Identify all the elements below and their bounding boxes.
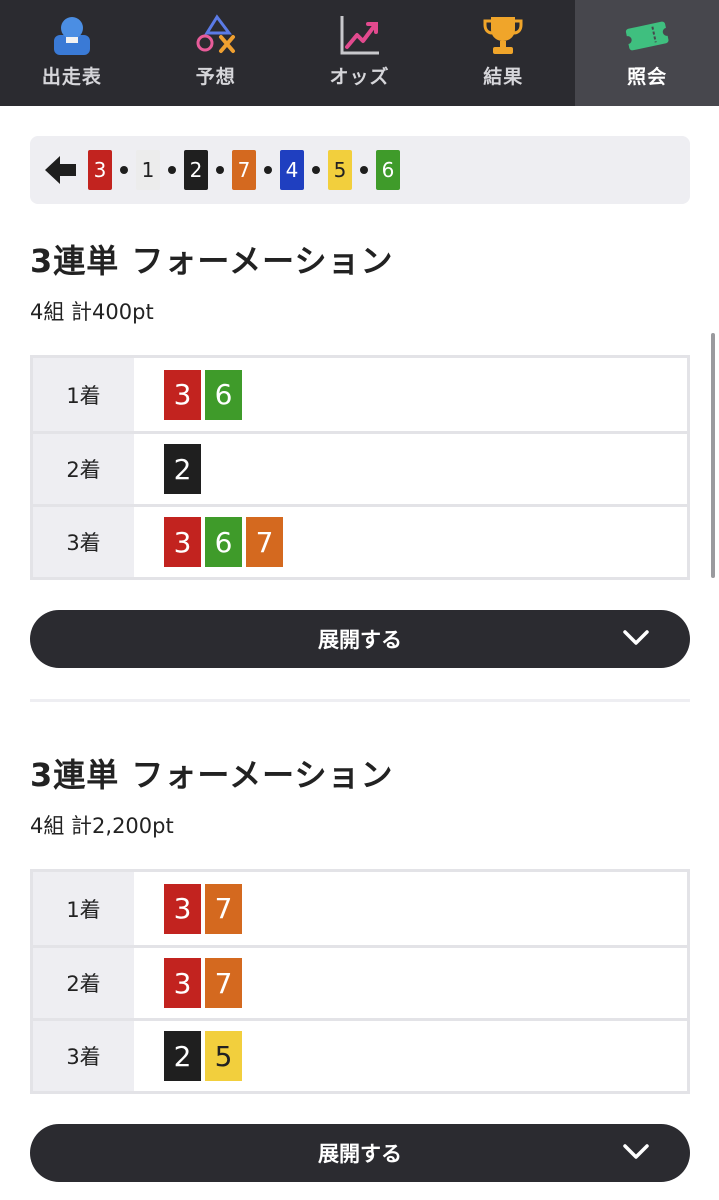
bet-section: 3連単 フォーメーション 4組 計400pt 1着 3 6 2着 2 3着 3 … bbox=[30, 236, 690, 668]
nav-label: 予想 bbox=[195, 66, 236, 88]
table-row: 2着 3 7 bbox=[33, 945, 687, 1018]
number-box: 6 bbox=[205, 369, 242, 420]
expand-label: 展開する bbox=[318, 628, 402, 652]
nav-tab-prediction[interactable]: 予想 bbox=[144, 0, 288, 106]
section-title: 3連単 フォーメーション bbox=[30, 242, 394, 280]
back-arrow-icon[interactable] bbox=[44, 153, 78, 187]
prediction-icon bbox=[192, 12, 240, 58]
chart-icon bbox=[335, 12, 383, 58]
table-row: 1着 3 7 bbox=[33, 872, 687, 945]
number-box: 2 bbox=[164, 1031, 201, 1081]
nav-tab-inquiry[interactable]: 照会 bbox=[575, 0, 719, 106]
table-row: 1着 3 6 bbox=[33, 358, 687, 431]
table-row: 2着 2 bbox=[33, 431, 687, 504]
formation-table: 1着 3 7 2着 3 7 3着 2 5 bbox=[30, 869, 690, 1094]
row-numbers: 3 6 7 bbox=[134, 507, 687, 577]
order-number-chip: 3 bbox=[88, 150, 112, 190]
nav-label: 結果 bbox=[483, 66, 524, 88]
order-number-chip: 5 bbox=[328, 150, 352, 190]
nav-label: 出走表 bbox=[41, 66, 102, 88]
row-label: 1着 bbox=[33, 872, 134, 945]
nav-tab-results[interactable]: 結果 bbox=[431, 0, 575, 106]
number-box: 7 bbox=[205, 958, 242, 1008]
number-box: 7 bbox=[205, 883, 242, 934]
separator-dot bbox=[312, 166, 320, 174]
row-numbers: 2 5 bbox=[134, 1021, 687, 1091]
trophy-icon bbox=[479, 12, 527, 58]
order-bar: 3 1 2 7 4 5 6 bbox=[30, 136, 690, 204]
bet-section: 3連単 フォーメーション 4組 計2,200pt 1着 3 7 2着 3 7 3… bbox=[30, 750, 690, 1182]
chevron-down-icon bbox=[623, 1144, 649, 1159]
top-nav: 出走表 予想 オッズ 結果 照会 bbox=[0, 0, 719, 106]
section-title: 3連単 フォーメーション bbox=[30, 756, 394, 794]
separator-dot bbox=[216, 166, 224, 174]
number-box: 3 bbox=[164, 958, 201, 1008]
row-numbers: 3 7 bbox=[134, 872, 687, 945]
separator-dot bbox=[168, 166, 176, 174]
chevron-down-icon bbox=[623, 630, 649, 645]
scrollbar[interactable] bbox=[711, 333, 715, 578]
row-label: 2着 bbox=[33, 434, 134, 504]
expand-label: 展開する bbox=[318, 1142, 402, 1166]
section-subtitle: 4組 計2,200pt bbox=[30, 814, 174, 838]
number-box: 5 bbox=[205, 1031, 242, 1081]
number-box: 3 bbox=[164, 369, 201, 420]
number-box: 3 bbox=[164, 517, 201, 567]
number-box: 6 bbox=[205, 517, 242, 567]
row-label: 2着 bbox=[33, 948, 134, 1018]
nav-tab-odds[interactable]: オッズ bbox=[288, 0, 432, 106]
order-number-chip: 7 bbox=[232, 150, 256, 190]
separator-dot bbox=[264, 166, 272, 174]
row-label: 1着 bbox=[33, 358, 134, 431]
ticket-icon bbox=[623, 12, 671, 58]
expand-button[interactable]: 展開する bbox=[30, 610, 690, 668]
nav-label: オッズ bbox=[329, 66, 390, 88]
formation-table: 1着 3 6 2着 2 3着 3 6 7 bbox=[30, 355, 690, 580]
person-icon bbox=[48, 12, 96, 58]
row-numbers: 3 6 bbox=[134, 358, 687, 431]
table-row: 3着 2 5 bbox=[33, 1018, 687, 1091]
section-subtitle: 4組 計400pt bbox=[30, 300, 154, 324]
order-number-chip: 2 bbox=[184, 150, 208, 190]
table-row: 3着 3 6 7 bbox=[33, 504, 687, 577]
row-label: 3着 bbox=[33, 507, 134, 577]
expand-button[interactable]: 展開する bbox=[30, 1124, 690, 1182]
separator-dot bbox=[360, 166, 368, 174]
row-numbers: 2 bbox=[134, 434, 687, 504]
order-number-chip: 1 bbox=[136, 150, 160, 190]
number-box: 3 bbox=[164, 883, 201, 934]
order-number-chip: 4 bbox=[280, 150, 304, 190]
order-number-chip: 6 bbox=[376, 150, 400, 190]
number-box: 7 bbox=[246, 517, 283, 567]
separator-dot bbox=[120, 166, 128, 174]
nav-tab-entries[interactable]: 出走表 bbox=[0, 0, 144, 106]
row-label: 3着 bbox=[33, 1021, 134, 1091]
number-box: 2 bbox=[164, 444, 201, 494]
section-divider bbox=[30, 699, 690, 702]
nav-label: 照会 bbox=[627, 66, 668, 88]
row-numbers: 3 7 bbox=[134, 948, 687, 1018]
